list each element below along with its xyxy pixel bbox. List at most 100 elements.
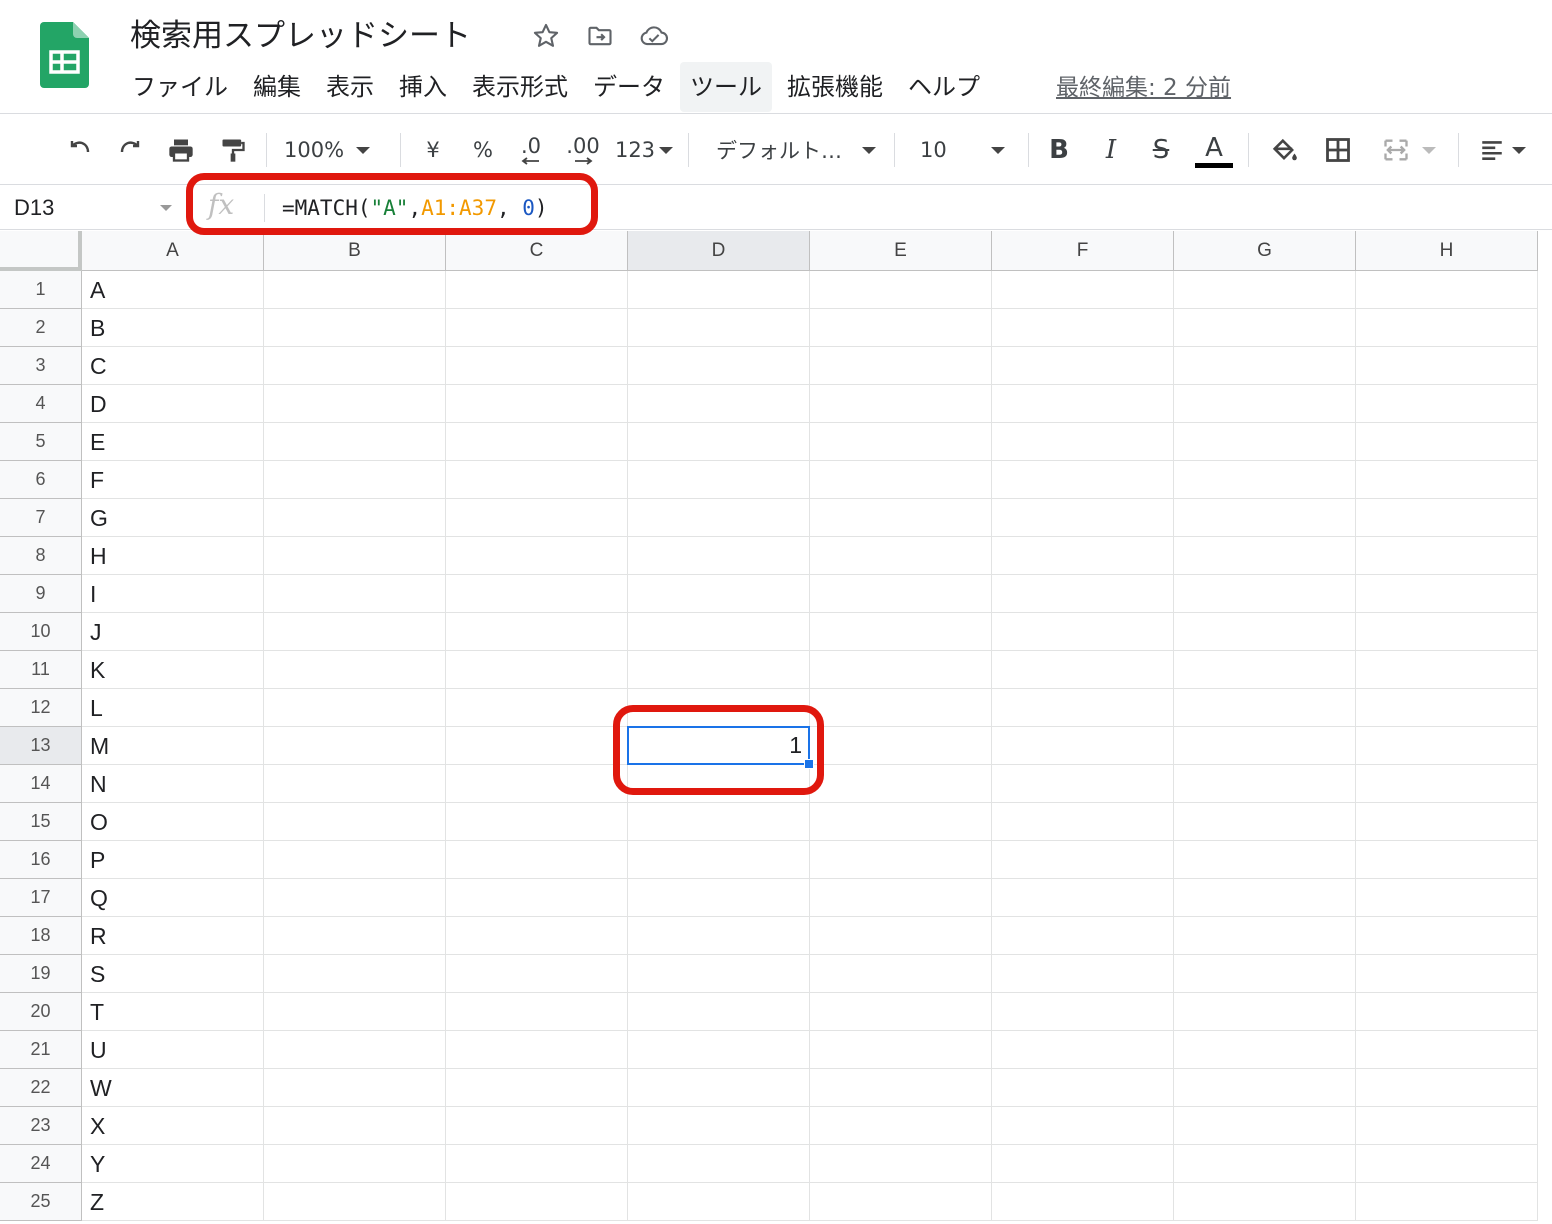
row-header[interactable]: 25 bbox=[0, 1183, 82, 1221]
cell-g17[interactable] bbox=[1174, 879, 1356, 917]
cell-e24[interactable] bbox=[810, 1145, 992, 1183]
cell-g1[interactable] bbox=[1174, 271, 1356, 309]
strikethrough-button[interactable]: S bbox=[1144, 115, 1178, 185]
cell-a23[interactable]: X bbox=[82, 1107, 264, 1145]
column-header-b[interactable]: B bbox=[264, 231, 446, 271]
cell-h20[interactable] bbox=[1356, 993, 1538, 1031]
cell-f16[interactable] bbox=[992, 841, 1174, 879]
cell-h22[interactable] bbox=[1356, 1069, 1538, 1107]
cell-h13[interactable] bbox=[1356, 727, 1538, 765]
cell-a21[interactable]: U bbox=[82, 1031, 264, 1069]
cell-a11[interactable]: K bbox=[82, 651, 264, 689]
font-select[interactable]: デフォルト… bbox=[716, 115, 880, 185]
print-icon[interactable] bbox=[162, 115, 200, 185]
cell-h2[interactable] bbox=[1356, 309, 1538, 347]
menu-view[interactable]: 表示 bbox=[316, 62, 384, 112]
text-color-button[interactable]: A bbox=[1194, 115, 1234, 185]
cell-c17[interactable] bbox=[446, 879, 628, 917]
cell-d18[interactable] bbox=[628, 917, 810, 955]
cell-b13[interactable] bbox=[264, 727, 446, 765]
cell-h8[interactable] bbox=[1356, 537, 1538, 575]
cell-c3[interactable] bbox=[446, 347, 628, 385]
cell-e13[interactable] bbox=[810, 727, 992, 765]
row-header[interactable]: 5 bbox=[0, 423, 82, 461]
cell-f14[interactable] bbox=[992, 765, 1174, 803]
fill-handle[interactable] bbox=[804, 759, 814, 769]
row-header[interactable]: 22 bbox=[0, 1069, 82, 1107]
row-header[interactable]: 6 bbox=[0, 461, 82, 499]
align-icon[interactable] bbox=[1472, 115, 1532, 185]
row-header[interactable]: 18 bbox=[0, 917, 82, 955]
menu-extensions[interactable]: 拡張機能 bbox=[777, 62, 893, 112]
cell-d4[interactable] bbox=[628, 385, 810, 423]
cell-b23[interactable] bbox=[264, 1107, 446, 1145]
cell-b17[interactable] bbox=[264, 879, 446, 917]
row-header[interactable]: 3 bbox=[0, 347, 82, 385]
cell-h25[interactable] bbox=[1356, 1183, 1538, 1221]
cell-g19[interactable] bbox=[1174, 955, 1356, 993]
cell-a14[interactable]: N bbox=[82, 765, 264, 803]
cell-d3[interactable] bbox=[628, 347, 810, 385]
row-header[interactable]: 7 bbox=[0, 499, 82, 537]
cell-h5[interactable] bbox=[1356, 423, 1538, 461]
cell-f4[interactable] bbox=[992, 385, 1174, 423]
cell-a4[interactable]: D bbox=[82, 385, 264, 423]
cell-h4[interactable] bbox=[1356, 385, 1538, 423]
cell-e14[interactable] bbox=[810, 765, 992, 803]
paint-format-icon[interactable] bbox=[214, 115, 252, 185]
row-header[interactable]: 2 bbox=[0, 309, 82, 347]
cell-b10[interactable] bbox=[264, 613, 446, 651]
cell-g6[interactable] bbox=[1174, 461, 1356, 499]
cell-c9[interactable] bbox=[446, 575, 628, 613]
cell-d17[interactable] bbox=[628, 879, 810, 917]
cell-f1[interactable] bbox=[992, 271, 1174, 309]
cell-e2[interactable] bbox=[810, 309, 992, 347]
row-header[interactable]: 14 bbox=[0, 765, 82, 803]
cell-f11[interactable] bbox=[992, 651, 1174, 689]
menu-data[interactable]: データ bbox=[583, 62, 675, 112]
cell-e18[interactable] bbox=[810, 917, 992, 955]
cell-e12[interactable] bbox=[810, 689, 992, 727]
decrease-decimal-button[interactable]: .0 bbox=[512, 115, 550, 185]
cell-g20[interactable] bbox=[1174, 993, 1356, 1031]
cell-b15[interactable] bbox=[264, 803, 446, 841]
row-header[interactable]: 11 bbox=[0, 651, 82, 689]
column-header-g[interactable]: G bbox=[1174, 231, 1356, 271]
column-header-c[interactable]: C bbox=[446, 231, 628, 271]
cell-e8[interactable] bbox=[810, 537, 992, 575]
cell-h19[interactable] bbox=[1356, 955, 1538, 993]
cell-f2[interactable] bbox=[992, 309, 1174, 347]
menu-file[interactable]: ファイル bbox=[122, 62, 238, 112]
cell-e7[interactable] bbox=[810, 499, 992, 537]
cell-d8[interactable] bbox=[628, 537, 810, 575]
cell-h12[interactable] bbox=[1356, 689, 1538, 727]
cell-g2[interactable] bbox=[1174, 309, 1356, 347]
row-header[interactable]: 8 bbox=[0, 537, 82, 575]
increase-decimal-button[interactable]: .00 bbox=[562, 115, 604, 185]
cell-d23[interactable] bbox=[628, 1107, 810, 1145]
cell-d2[interactable] bbox=[628, 309, 810, 347]
cell-a9[interactable]: I bbox=[82, 575, 264, 613]
cell-b1[interactable] bbox=[264, 271, 446, 309]
cell-f24[interactable] bbox=[992, 1145, 1174, 1183]
cell-h24[interactable] bbox=[1356, 1145, 1538, 1183]
cell-f22[interactable] bbox=[992, 1069, 1174, 1107]
cell-c25[interactable] bbox=[446, 1183, 628, 1221]
cell-c14[interactable] bbox=[446, 765, 628, 803]
cell-c23[interactable] bbox=[446, 1107, 628, 1145]
cell-g22[interactable] bbox=[1174, 1069, 1356, 1107]
cell-b16[interactable] bbox=[264, 841, 446, 879]
cell-a25[interactable]: Z bbox=[82, 1183, 264, 1221]
cell-e9[interactable] bbox=[810, 575, 992, 613]
cell-h1[interactable] bbox=[1356, 271, 1538, 309]
cell-b24[interactable] bbox=[264, 1145, 446, 1183]
cell-c19[interactable] bbox=[446, 955, 628, 993]
cell-c1[interactable] bbox=[446, 271, 628, 309]
font-size-select[interactable]: 10 bbox=[920, 115, 1016, 185]
cell-c5[interactable] bbox=[446, 423, 628, 461]
cell-b18[interactable] bbox=[264, 917, 446, 955]
cell-d10[interactable] bbox=[628, 613, 810, 651]
row-header[interactable]: 21 bbox=[0, 1031, 82, 1069]
cell-g5[interactable] bbox=[1174, 423, 1356, 461]
cell-d11[interactable] bbox=[628, 651, 810, 689]
